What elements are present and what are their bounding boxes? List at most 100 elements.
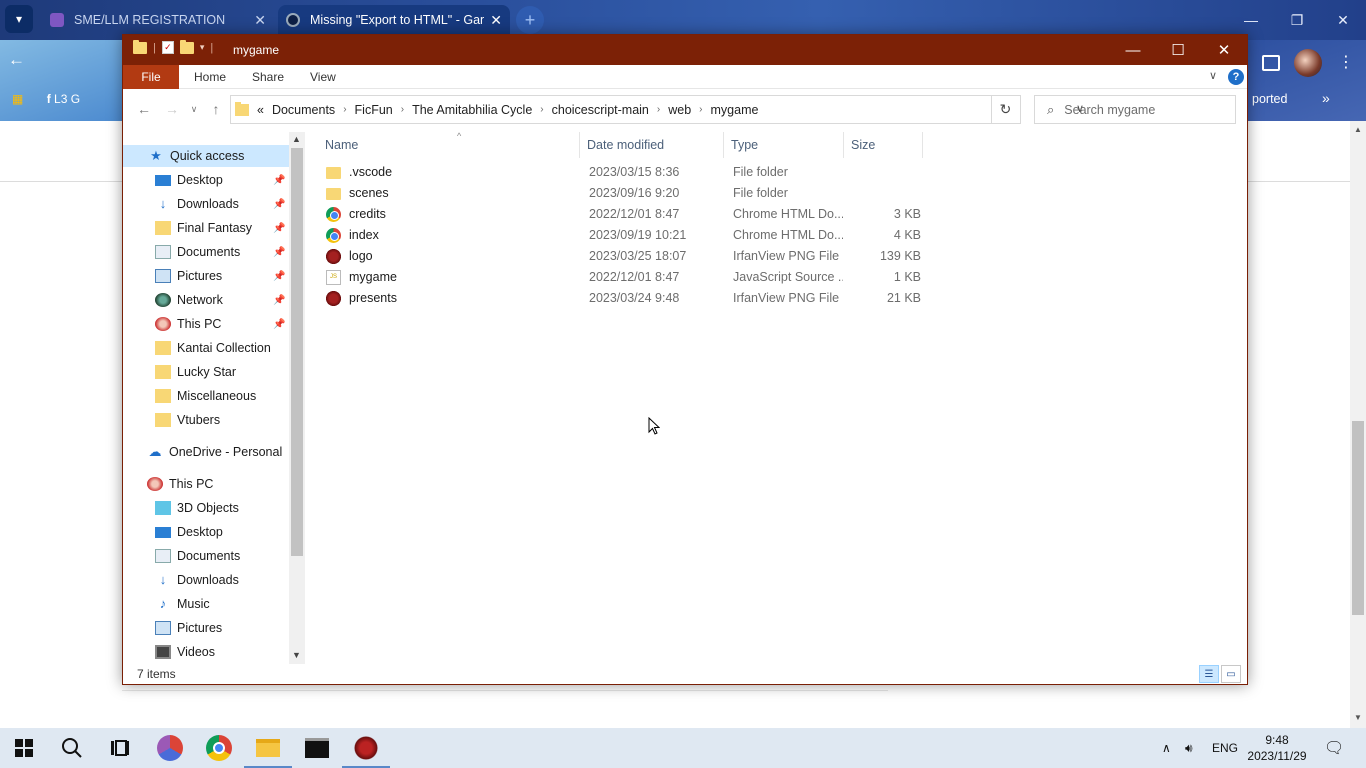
large-icons-view-icon[interactable]: ▭ <box>1221 665 1241 683</box>
breadcrumb-item[interactable]: web <box>668 103 691 117</box>
address-bar[interactable]: « Documents › FicFun › The Amitabhilia C… <box>230 95 1084 124</box>
maximize-button[interactable]: ☐ <box>1155 35 1201 65</box>
side-panel-icon[interactable] <box>1262 55 1280 71</box>
taskbar-app-file-explorer[interactable] <box>244 728 292 768</box>
breadcrumb-item[interactable]: choicescript-main <box>552 103 649 117</box>
column-header-name[interactable]: ^ Name <box>317 131 580 158</box>
browser-tab-registration[interactable]: SME/LLM REGISTRATION ✕ <box>42 5 274 35</box>
nav-item-pc-documents[interactable]: Documents <box>155 545 289 567</box>
breadcrumb-item[interactable]: FicFun <box>355 103 393 117</box>
clock[interactable]: 9:48 2023/11/29 <box>1244 732 1310 764</box>
file-row[interactable]: credits 2022/12/01 8:47 Chrome HTML Do..… <box>317 204 925 225</box>
chevron-right-icon[interactable]: › <box>343 104 346 115</box>
browser-menu-icon[interactable]: ⋮ <box>1338 52 1354 72</box>
breadcrumb-item[interactable]: The Amitabhilia Cycle <box>412 103 532 117</box>
file-row[interactable]: .vscode 2023/03/15 8:36 File folder <box>317 162 925 183</box>
chevron-right-icon[interactable]: › <box>657 104 660 115</box>
chevron-right-icon[interactable]: › <box>401 104 404 115</box>
taskbar-app-irfanview[interactable] <box>342 728 390 768</box>
search-button[interactable] <box>48 728 96 768</box>
close-button[interactable]: ✕ <box>1201 35 1247 65</box>
tab-share[interactable]: Share <box>239 65 297 89</box>
explorer-titlebar[interactable]: | ✓ ▾ | mygame — ☐ ✕ <box>123 35 1247 65</box>
file-row[interactable]: logo 2023/03/25 18:07 IrfanView PNG File… <box>317 246 925 267</box>
scroll-up-icon[interactable]: ▲ <box>1354 125 1362 134</box>
nav-item-pc-desktop[interactable]: Desktop <box>155 521 289 543</box>
nav-item-kantai-collection[interactable]: Kantai Collection <box>155 337 289 359</box>
bookmark-label[interactable]: ported <box>1252 92 1287 106</box>
close-tab-icon[interactable]: ✕ <box>254 12 266 29</box>
nav-item-pc-pictures[interactable]: Pictures <box>155 617 289 639</box>
facebook-icon[interactable]: f <box>47 92 51 106</box>
details-view-icon[interactable]: ☰ <box>1199 665 1219 683</box>
nav-item-network[interactable]: Network 📌 <box>155 289 289 311</box>
nav-quick-access[interactable]: ★ Quick access <box>123 145 289 167</box>
apps-grid-icon[interactable]: ▦ <box>12 92 23 106</box>
breadcrumb-overflow[interactable]: « <box>257 103 264 117</box>
profile-avatar[interactable] <box>1294 49 1322 77</box>
bookmark-label[interactable]: L3 G <box>54 92 80 106</box>
nav-item-lucky-star[interactable]: Lucky Star <box>155 361 289 383</box>
close-tab-icon[interactable]: ✕ <box>490 12 502 29</box>
new-folder-icon[interactable] <box>179 39 194 54</box>
chevron-right-icon[interactable]: › <box>540 104 543 115</box>
nav-item-pictures[interactable]: Pictures 📌 <box>155 265 289 287</box>
expand-ribbon-icon[interactable]: ∨ <box>1209 69 1217 82</box>
properties-icon[interactable]: ✓ <box>161 41 174 54</box>
nav-item-vtubers[interactable]: Vtubers <box>155 409 289 431</box>
browser-tab-missing-export[interactable]: Missing "Export to HTML" - Gam ✕ <box>278 5 510 35</box>
language-indicator[interactable]: ENG <box>1212 728 1238 768</box>
nav-item-pc-downloads[interactable]: ↓ Downloads <box>155 569 289 591</box>
chevron-right-icon[interactable]: › <box>699 104 702 115</box>
browser-restore-button[interactable]: ❐ <box>1274 0 1320 40</box>
taskbar-app-chrome[interactable] <box>195 728 243 768</box>
scroll-up-icon[interactable]: ▲ <box>292 134 301 144</box>
file-row[interactable]: scenes 2023/09/16 9:20 File folder <box>317 183 925 204</box>
volume-icon[interactable]: 🔊︎ <box>1185 728 1193 768</box>
qat-customize-icon[interactable]: ▾ <box>200 42 205 53</box>
file-row[interactable]: presents 2023/03/24 9:48 IrfanView PNG F… <box>317 288 925 309</box>
tab-home[interactable]: Home <box>181 65 239 89</box>
recent-locations-icon[interactable]: ∨ <box>187 98 201 120</box>
file-row[interactable]: JS mygame 2022/12/01 8:47 JavaScript Sou… <box>317 267 925 288</box>
nav-item-this-pc-pinned[interactable]: This PC 📌 <box>155 313 289 335</box>
forward-arrow-icon[interactable]: → <box>161 98 183 120</box>
task-view-button[interactable] <box>96 728 144 768</box>
search-input[interactable]: ⌕ Search mygame <box>1034 95 1236 124</box>
new-tab-button[interactable]: + <box>516 6 544 34</box>
page-scroll-thumb[interactable] <box>1352 421 1364 615</box>
tab-search-button[interactable]: ▾ <box>5 5 33 33</box>
breadcrumb-item[interactable]: mygame <box>711 103 759 117</box>
nav-item-music[interactable]: ♪ Music <box>155 593 289 615</box>
column-header-size[interactable]: Size <box>843 132 923 158</box>
start-button[interactable] <box>0 728 48 768</box>
up-arrow-icon[interactable]: ↑ <box>205 98 227 120</box>
show-hidden-icons[interactable]: ∧ <box>1162 728 1171 768</box>
nav-item-3d-objects[interactable]: 3D Objects <box>155 497 289 519</box>
nav-item-miscellaneous[interactable]: Miscellaneous <box>155 385 289 407</box>
notifications-icon[interactable]: 🗨︎ <box>1324 728 1344 768</box>
tab-view[interactable]: View <box>297 65 349 89</box>
taskbar-app-chrome-profile[interactable] <box>146 728 194 768</box>
nav-item-final-fantasy[interactable]: Final Fantasy 📌 <box>155 217 289 239</box>
nav-onedrive[interactable]: ☁ OneDrive - Personal <box>147 441 289 463</box>
page-scrollbar[interactable]: ▲ ▼ <box>1350 121 1366 728</box>
nav-item-videos[interactable]: Videos <box>155 641 289 663</box>
help-icon[interactable]: ? <box>1228 69 1244 85</box>
tab-file[interactable]: File <box>123 65 179 89</box>
taskbar-app-terminal[interactable] <box>293 728 341 768</box>
nav-item-downloads[interactable]: ↓ Downloads 📌 <box>155 193 289 215</box>
nav-scrollbar[interactable]: ▲ ▼ <box>289 132 305 664</box>
nav-item-desktop[interactable]: Desktop 📌 <box>155 169 289 191</box>
bookmarks-overflow-icon[interactable]: » <box>1322 90 1330 106</box>
column-header-type[interactable]: Type <box>723 132 844 158</box>
breadcrumb-item[interactable]: Documents <box>272 103 335 117</box>
nav-item-documents[interactable]: Documents 📌 <box>155 241 289 263</box>
column-header-date[interactable]: Date modified <box>579 132 724 158</box>
nav-scroll-thumb[interactable] <box>291 148 303 556</box>
browser-close-button[interactable]: ✕ <box>1320 0 1366 40</box>
browser-back-icon[interactable]: ← <box>8 50 25 70</box>
back-arrow-icon[interactable]: ← <box>133 98 155 120</box>
scroll-down-icon[interactable]: ▼ <box>1354 713 1362 722</box>
nav-this-pc[interactable]: This PC <box>147 473 289 495</box>
